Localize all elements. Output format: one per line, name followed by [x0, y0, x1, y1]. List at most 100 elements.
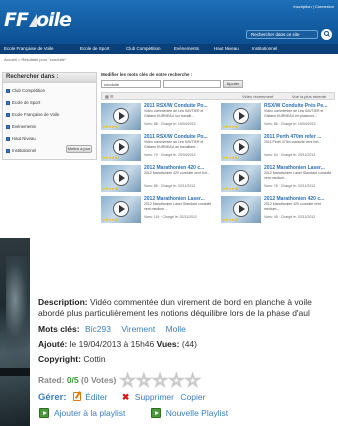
video-card[interactable]: ★★★★★ 2012 Marathonien 420 c... 2012 Mar… [221, 196, 335, 223]
filter-checkbox[interactable]: Evénements [6, 124, 36, 129]
nav-item-haut-niveau[interactable]: Haut Niveau [214, 46, 239, 51]
video-frame-image [0, 238, 30, 426]
sort-most-viewed[interactable]: Vue la plus récente [292, 94, 326, 99]
nav-item-club-competition[interactable]: Club Compétition [126, 46, 161, 51]
keyword-link[interactable]: Molle [166, 324, 186, 334]
view-mode-icon[interactable]: ▦ ☰ [105, 94, 113, 99]
play-icon [233, 108, 249, 124]
views-label: Vues: [156, 339, 180, 349]
rating-stars: ★★★★★ [102, 186, 118, 191]
description-text: Vidéo commentée dun virement de bord en … [89, 297, 312, 307]
results-toolbar: ▦ ☰ Vidéo récemment Vue la plus récente [101, 92, 335, 100]
video-thumbnail[interactable]: ★★★★★ [221, 196, 261, 223]
video-description: Vidéo commentée de Léa SAVTIER et Ghilan… [144, 109, 204, 118]
search-filter-panel: Rechercher dans : Club Compétition Ecole… [2, 72, 97, 160]
play-icon [233, 139, 249, 155]
search-icon[interactable] [321, 29, 332, 40]
keyword-link[interactable]: Virement [121, 324, 155, 334]
description-label: Description: [38, 297, 88, 307]
filter-update-button[interactable]: Mettre à jour [66, 145, 92, 153]
video-description: 2012 Marathonien Laser Standard conduite… [144, 202, 212, 211]
video-thumbnail[interactable]: ★★★★★ [101, 165, 141, 192]
nav-item-ecole-sport[interactable]: Ecole de Sport [80, 46, 110, 51]
copy-link[interactable]: Copier [180, 392, 205, 402]
rating-stars: ★★★★★ [102, 155, 118, 160]
play-icon [233, 201, 249, 217]
play-icon [113, 139, 129, 155]
views-value: (44) [181, 339, 197, 349]
manage-row: Gérer: Éditer ✖ Supprimer Copier [38, 392, 209, 403]
site-search-input[interactable]: Rechercher dans ce site [246, 30, 318, 39]
keywords-label: Mots clés: [38, 324, 80, 334]
site-header: FF oile Inscription | Connexion Recherche… [0, 0, 338, 44]
play-icon [233, 170, 249, 186]
video-card[interactable]: ★★★★★ 2012 Marathonien Laser... 2012 Mar… [101, 196, 215, 223]
video-thumbnail[interactable]: ★★★★★ [101, 134, 141, 161]
site-logo[interactable]: FF oile [4, 9, 72, 31]
video-meta: Vues: 86 · Chargé le: 15/04/2013 [264, 122, 316, 126]
new-playlist-icon[interactable] [150, 408, 161, 418]
play-icon [113, 170, 129, 186]
breadcrumb[interactable]: Accueil > Résultats pour "conduite" [4, 57, 66, 62]
filter-checkbox[interactable]: Ecole de Sport [6, 100, 40, 105]
playlist-add-icon[interactable] [39, 408, 49, 418]
nav-item-efv[interactable]: Ecole Française de Voile [4, 46, 54, 51]
video-thumbnail[interactable]: ★★★★★ [221, 103, 261, 130]
video-thumbnail[interactable]: ★★★★★ [221, 134, 261, 161]
rating-stars: ★★★★★ [222, 217, 238, 222]
video-meta: Vues: 78 · Chargé le: 02/11/2012 [264, 184, 316, 188]
keywords-row: Mots clés: Bic293 Virement Molle [38, 324, 191, 334]
rating-stars: ★★★★★ [222, 155, 238, 160]
description-text-continued: abordé plus particulièrement les notions… [38, 308, 310, 318]
video-card[interactable]: ★★★★★ 2012 Marathonien Laser... 2012 Mar… [221, 165, 335, 192]
manage-label: Gérer: [38, 392, 67, 403]
copyright-label: Copyright: [38, 354, 81, 364]
filter-panel-title: Rechercher dans : [3, 73, 96, 83]
nav-item-evenements[interactable]: Evénements [174, 46, 199, 51]
play-icon [113, 201, 129, 217]
rating-stars: ★★★★★ [102, 217, 118, 222]
edit-icon[interactable] [72, 392, 81, 401]
rated-votes: (0 Votes) [81, 375, 117, 385]
video-thumbnail[interactable]: ★★★★★ [101, 103, 141, 130]
rating-row: Rated: 0/5 (0 Votes) ☆☆☆☆☆ [38, 371, 201, 391]
filter-checkbox[interactable]: Ecole Française de Voile [6, 112, 59, 117]
video-card[interactable]: ★★★★★ 2011 RSX/W Conduite Po... Vidéo co… [101, 134, 215, 161]
video-description: Description: Vidéo commentée dun viremen… [38, 297, 338, 319]
video-meta: Vues: 79 · Chargé le: 20/04/2013 [144, 153, 196, 157]
edit-link[interactable]: Éditer [85, 392, 107, 402]
video-card[interactable]: ★★★★★ RSX/W Conduite Prés Pe... Vidéo co… [221, 103, 335, 130]
new-playlist-link[interactable]: Nouvelle Playlist [166, 408, 228, 418]
rated-score: 0/5 [66, 375, 79, 385]
keyword-link[interactable]: Bic293 [85, 324, 111, 334]
rating-stars-input[interactable]: ☆☆☆☆☆ [120, 371, 201, 391]
search-heading: Modifier les mots clés de votre recherch… [101, 72, 193, 77]
rating-stars: ★★★★★ [222, 186, 238, 191]
video-description: Vidéo commentée de Léa SAVTIER et Ghilan… [144, 140, 204, 149]
login-links[interactable]: Inscription | Connexion [293, 4, 334, 9]
delete-link[interactable]: Supprimer [135, 392, 174, 402]
video-meta: Vues: 88 · Chargé le: 02/11/2012 [144, 184, 196, 188]
add-to-playlist-link[interactable]: Ajouter à la playlist [54, 408, 125, 418]
video-thumbnail[interactable]: ★★★★★ [101, 196, 141, 223]
video-meta: Vues: 48 · Chargé le: 02/11/2012 [264, 215, 316, 219]
video-card[interactable]: ★★★★★ 2012 Marathonien 420 c... 2012 Mar… [101, 165, 215, 192]
video-thumbnail[interactable]: ★★★★★ [221, 165, 261, 192]
video-meta: Vues: 119 · Chargé le: 02/11/2012 [144, 215, 197, 219]
rating-stars: ★★★★★ [102, 124, 118, 129]
filter-checkbox[interactable]: Club Compétition [6, 88, 45, 93]
keyword-input[interactable]: conduite [101, 80, 161, 88]
filter-checkbox[interactable]: Institutionnel [6, 148, 36, 153]
rating-stars: ★★★★★ [222, 124, 238, 129]
video-description: 2012 Marathonien 420 conduite vent mediu… [264, 202, 321, 211]
filter-checkbox[interactable]: Haut Niveau [6, 136, 36, 141]
delete-icon[interactable]: ✖ [122, 392, 130, 402]
keyword-input-secondary[interactable] [163, 80, 221, 88]
add-keyword-button[interactable]: Ajouter [223, 80, 243, 88]
video-description: 2011 Perth 470m conduite vent fort... [264, 140, 322, 144]
video-card[interactable]: ★★★★★ 2011 RSX/W Conduite Po... Vidéo co… [101, 103, 215, 130]
video-card[interactable]: ★★★★★ 2011 Perth 470m refer ... 2011 Per… [221, 134, 335, 161]
video-description: 2012 Marathonien 420 conduite vent fort.… [144, 171, 210, 175]
sort-recent[interactable]: Vidéo récemment [242, 94, 273, 99]
nav-item-institutionnel[interactable]: Institutionnel [252, 46, 277, 51]
